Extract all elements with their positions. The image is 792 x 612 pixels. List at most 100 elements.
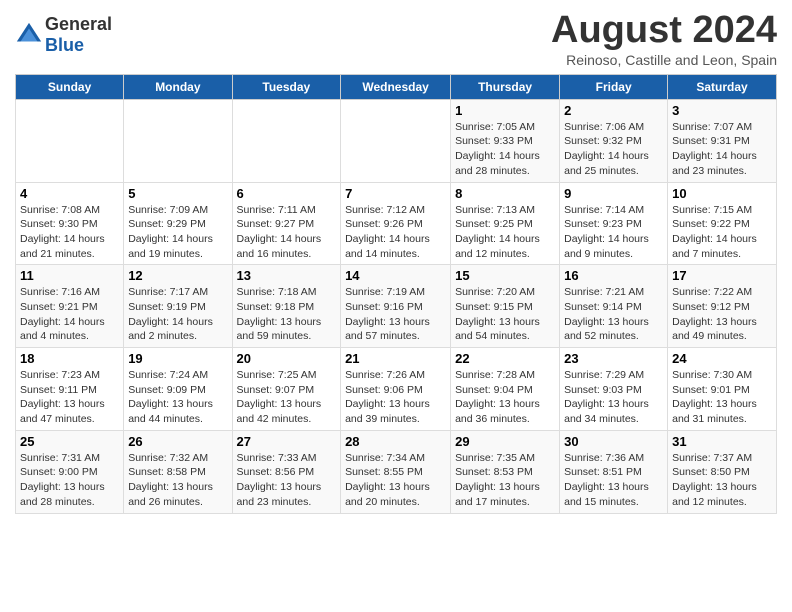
- day-number: 8: [455, 186, 555, 201]
- day-info: Sunrise: 7:28 AM Sunset: 9:04 PM Dayligh…: [455, 368, 555, 427]
- day-info: Sunrise: 7:35 AM Sunset: 8:53 PM Dayligh…: [455, 451, 555, 510]
- calendar-day-cell: 6Sunrise: 7:11 AM Sunset: 9:27 PM Daylig…: [232, 182, 341, 265]
- day-number: 6: [237, 186, 337, 201]
- day-info: Sunrise: 7:16 AM Sunset: 9:21 PM Dayligh…: [20, 285, 119, 344]
- calendar-day-cell: 30 Sunrise: 7:36 AM Sunset: 8:51 PM Dayli…: [560, 430, 668, 513]
- day-info: Sunrise: 7:25 AM Sunset: 9:07 PM Dayligh…: [237, 368, 337, 427]
- calendar-day-cell: 21Sunrise: 7:26 AM Sunset: 9:06 PM Dayli…: [341, 348, 451, 431]
- calendar-day-cell: 15 Sunrise: 7:20 AM Sunset: 9:15 PM Dayli…: [451, 265, 560, 348]
- day-number: 18: [20, 351, 119, 366]
- day-number: 14: [345, 268, 446, 283]
- day-info: Sunrise: 7:17 AM Sunset: 9:19 PM Dayligh…: [128, 285, 227, 344]
- day-number: 20: [237, 351, 337, 366]
- day-number: 16: [564, 268, 663, 283]
- logo-general-text: General: [45, 14, 112, 34]
- calendar-day-cell: 8 Sunrise: 7:13 AM Sunset: 9:25 PM Daylig…: [451, 182, 560, 265]
- day-number: 5: [128, 186, 227, 201]
- day-number: 22: [455, 351, 555, 366]
- calendar-day-cell: 18 Sunrise: 7:23 AM Sunset: 9:11 PM Dayli…: [16, 348, 124, 431]
- calendar-day-cell: 23 Sunrise: 7:29 AM Sunset: 9:03 PM Dayli…: [560, 348, 668, 431]
- day-info: Sunrise: 7:20 AM Sunset: 9:15 PM Dayligh…: [455, 285, 555, 344]
- day-info: Sunrise: 7:18 AM Sunset: 9:18 PM Dayligh…: [237, 285, 337, 344]
- day-info: Sunrise: 7:23 AM Sunset: 9:11 PM Dayligh…: [20, 368, 119, 427]
- calendar-day-cell: 17 Sunrise: 7:22 AM Sunset: 9:12 PM Dayli…: [668, 265, 777, 348]
- calendar-day-cell: 16 Sunrise: 7:21 AM Sunset: 9:14 PM Dayli…: [560, 265, 668, 348]
- calendar-day-cell: 3Sunrise: 7:07 AM Sunset: 9:31 PM Daylig…: [668, 99, 777, 182]
- day-number: 27: [237, 434, 337, 449]
- day-number: 28: [345, 434, 446, 449]
- calendar-day-cell: [341, 99, 451, 182]
- day-info: Sunrise: 7:22 AM Sunset: 9:12 PM Dayligh…: [672, 285, 772, 344]
- calendar-week-row: 1Sunrise: 7:05 AM Sunset: 9:33 PM Daylig…: [16, 99, 777, 182]
- day-info: Sunrise: 7:34 AM Sunset: 8:55 PM Dayligh…: [345, 451, 446, 510]
- day-number: 12: [128, 268, 227, 283]
- calendar-day-cell: 5Sunrise: 7:09 AM Sunset: 9:29 PM Daylig…: [124, 182, 232, 265]
- day-number: 25: [20, 434, 119, 449]
- day-number: 17: [672, 268, 772, 283]
- day-info: Sunrise: 7:30 AM Sunset: 9:01 PM Dayligh…: [672, 368, 772, 427]
- day-info: Sunrise: 7:21 AM Sunset: 9:14 PM Dayligh…: [564, 285, 663, 344]
- day-number: 15: [455, 268, 555, 283]
- day-info: Sunrise: 7:13 AM Sunset: 9:25 PM Dayligh…: [455, 203, 555, 262]
- calendar-day-cell: [16, 99, 124, 182]
- calendar-day-cell: 20 Sunrise: 7:25 AM Sunset: 9:07 PM Dayli…: [232, 348, 341, 431]
- calendar-week-row: 25 Sunrise: 7:31 AM Sunset: 9:00 PM Dayli…: [16, 430, 777, 513]
- day-info: Sunrise: 7:19 AM Sunset: 9:16 PM Dayligh…: [345, 285, 446, 344]
- logo-blue-text: Blue: [45, 35, 84, 55]
- day-number: 11: [20, 268, 119, 283]
- calendar-day-cell: [232, 99, 341, 182]
- day-number: 7: [345, 186, 446, 201]
- calendar-table: SundayMondayTuesdayWednesdayThursdayFrid…: [15, 74, 777, 514]
- calendar-day-cell: 26 Sunrise: 7:32 AM Sunset: 8:58 PM Dayli…: [124, 430, 232, 513]
- calendar-day-cell: 1Sunrise: 7:05 AM Sunset: 9:33 PM Daylig…: [451, 99, 560, 182]
- day-info: Sunrise: 7:36 AM Sunset: 8:51 PM Dayligh…: [564, 451, 663, 510]
- logo-icon: [15, 21, 43, 49]
- day-info: Sunrise: 7:29 AM Sunset: 9:03 PM Dayligh…: [564, 368, 663, 427]
- calendar-day-cell: 11 Sunrise: 7:16 AM Sunset: 9:21 PM Dayli…: [16, 265, 124, 348]
- day-info: Sunrise: 7:37 AM Sunset: 8:50 PM Dayligh…: [672, 451, 772, 510]
- day-of-week-header: Monday: [124, 74, 232, 99]
- calendar-week-row: 18 Sunrise: 7:23 AM Sunset: 9:11 PM Dayli…: [16, 348, 777, 431]
- calendar-day-cell: 12 Sunrise: 7:17 AM Sunset: 9:19 PM Dayli…: [124, 265, 232, 348]
- day-info: Sunrise: 7:32 AM Sunset: 8:58 PM Dayligh…: [128, 451, 227, 510]
- day-number: 26: [128, 434, 227, 449]
- day-info: Sunrise: 7:24 AM Sunset: 9:09 PM Dayligh…: [128, 368, 227, 427]
- calendar-day-cell: 25 Sunrise: 7:31 AM Sunset: 9:00 PM Dayli…: [16, 430, 124, 513]
- day-number: 10: [672, 186, 772, 201]
- day-info: Sunrise: 7:33 AM Sunset: 8:56 PM Dayligh…: [237, 451, 337, 510]
- page-subtitle: Reinoso, Castille and Leon, Spain: [551, 52, 777, 68]
- day-of-week-header: Sunday: [16, 74, 124, 99]
- page-header: General Blue August 2024 Reinoso, Castil…: [15, 10, 777, 68]
- day-of-week-header: Friday: [560, 74, 668, 99]
- day-info: Sunrise: 7:12 AM Sunset: 9:26 PM Dayligh…: [345, 203, 446, 262]
- day-info: Sunrise: 7:26 AM Sunset: 9:06 PM Dayligh…: [345, 368, 446, 427]
- calendar-day-cell: 7 Sunrise: 7:12 AM Sunset: 9:26 PM Daylig…: [341, 182, 451, 265]
- day-of-week-header: Saturday: [668, 74, 777, 99]
- calendar-day-cell: 31Sunrise: 7:37 AM Sunset: 8:50 PM Dayli…: [668, 430, 777, 513]
- day-number: 24: [672, 351, 772, 366]
- day-info: Sunrise: 7:31 AM Sunset: 9:00 PM Dayligh…: [20, 451, 119, 510]
- day-info: Sunrise: 7:08 AM Sunset: 9:30 PM Dayligh…: [20, 203, 119, 262]
- calendar-day-cell: 22 Sunrise: 7:28 AM Sunset: 9:04 PM Dayli…: [451, 348, 560, 431]
- calendar-header-row: SundayMondayTuesdayWednesdayThursdayFrid…: [16, 74, 777, 99]
- calendar-week-row: 11 Sunrise: 7:16 AM Sunset: 9:21 PM Dayli…: [16, 265, 777, 348]
- day-of-week-header: Tuesday: [232, 74, 341, 99]
- calendar-day-cell: [124, 99, 232, 182]
- calendar-day-cell: 13 Sunrise: 7:18 AM Sunset: 9:18 PM Dayli…: [232, 265, 341, 348]
- day-number: 4: [20, 186, 119, 201]
- day-info: Sunrise: 7:07 AM Sunset: 9:31 PM Dayligh…: [672, 120, 772, 179]
- calendar-day-cell: 9Sunrise: 7:14 AM Sunset: 9:23 PM Daylig…: [560, 182, 668, 265]
- calendar-day-cell: 28 Sunrise: 7:34 AM Sunset: 8:55 PM Dayli…: [341, 430, 451, 513]
- day-number: 29: [455, 434, 555, 449]
- day-number: 19: [128, 351, 227, 366]
- calendar-day-cell: 2Sunrise: 7:06 AM Sunset: 9:32 PM Daylig…: [560, 99, 668, 182]
- day-of-week-header: Wednesday: [341, 74, 451, 99]
- day-number: 23: [564, 351, 663, 366]
- day-info: Sunrise: 7:06 AM Sunset: 9:32 PM Dayligh…: [564, 120, 663, 179]
- day-number: 30: [564, 434, 663, 449]
- day-number: 13: [237, 268, 337, 283]
- calendar-day-cell: 4 Sunrise: 7:08 AM Sunset: 9:30 PM Daylig…: [16, 182, 124, 265]
- calendar-day-cell: 19 Sunrise: 7:24 AM Sunset: 9:09 PM Dayli…: [124, 348, 232, 431]
- day-info: Sunrise: 7:05 AM Sunset: 9:33 PM Dayligh…: [455, 120, 555, 179]
- day-info: Sunrise: 7:14 AM Sunset: 9:23 PM Dayligh…: [564, 203, 663, 262]
